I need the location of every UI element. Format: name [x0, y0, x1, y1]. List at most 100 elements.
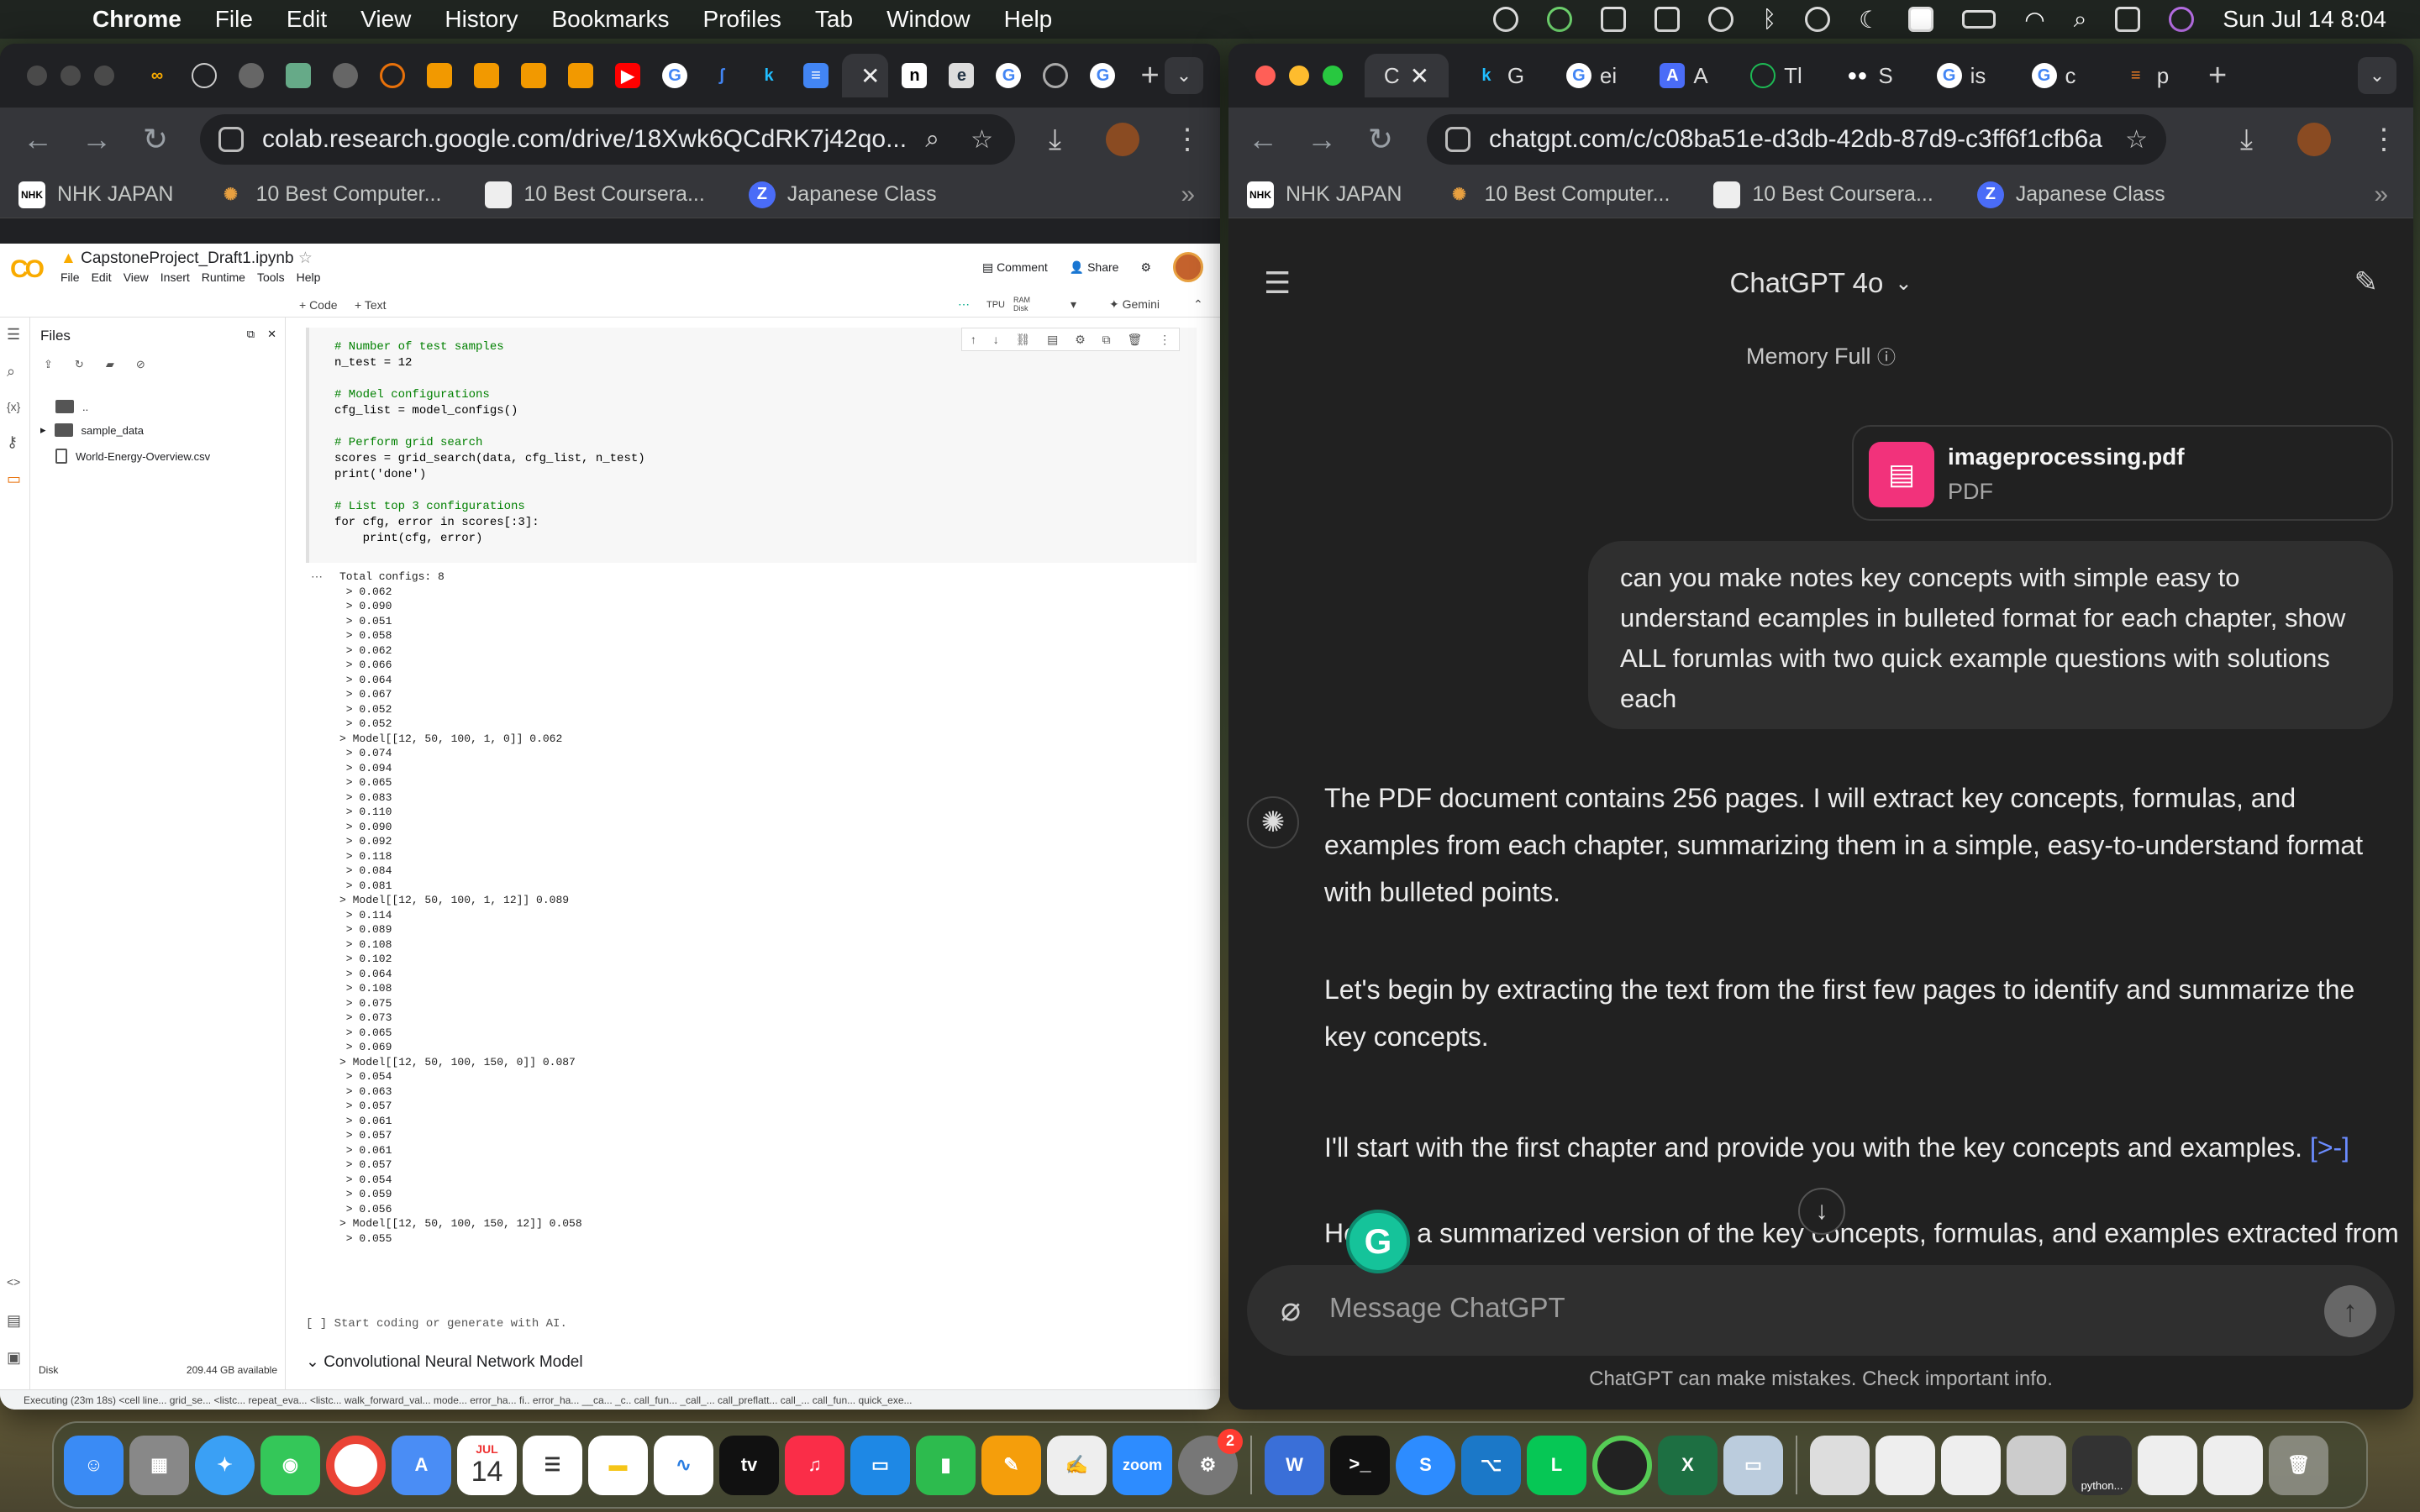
keynote-icon[interactable]: ▭: [850, 1435, 910, 1495]
collapse-section-icon[interactable]: ⌄: [306, 1353, 324, 1371]
chrome-menu-icon[interactable]: ⋮: [2370, 123, 2398, 156]
move-down-icon[interactable]: ↓: [993, 333, 999, 346]
tab-active-colab[interactable]: ✕: [842, 54, 889, 97]
site-info-icon[interactable]: [218, 127, 244, 152]
file-row-sample-data[interactable]: ▸ sample_data: [40, 423, 144, 437]
address-bar[interactable]: colab.research.google.com/drive/18Xwk6QC…: [200, 114, 1015, 165]
code-editor[interactable]: # Number of test samples n_test = 12 # M…: [334, 339, 645, 547]
tab-colab[interactable]: ∞: [136, 54, 178, 97]
menu-profiles[interactable]: Profiles: [703, 6, 781, 33]
resource-meter[interactable]: RAM Disk: [1013, 296, 1030, 312]
user-avatar[interactable]: [1173, 252, 1203, 282]
recent-document-icon[interactable]: [2203, 1435, 2263, 1495]
menu-file[interactable]: File: [215, 6, 253, 33]
command-palette-icon[interactable]: ▤: [7, 1312, 21, 1330]
tab-youtube[interactable]: ▶: [607, 54, 649, 97]
checkmark-tray-icon[interactable]: [1601, 7, 1627, 32]
url-text[interactable]: colab.research.google.com/drive/18Xwk6QC…: [262, 125, 907, 154]
pages-icon[interactable]: ✎: [981, 1435, 1041, 1495]
bookmark-japanese[interactable]: Z Japanese Class: [1976, 181, 2165, 208]
find-icon[interactable]: ⌕: [7, 363, 15, 381]
cell-settings-icon[interactable]: ⚙: [1075, 333, 1086, 347]
apple-tv-icon[interactable]: tv: [719, 1435, 779, 1495]
freeform-icon[interactable]: ∿: [654, 1435, 713, 1495]
more-bookmarks-icon[interactable]: »: [1181, 181, 1195, 209]
reload-button[interactable]: ↻: [1351, 122, 1410, 157]
tab-google-1[interactable]: G: [654, 54, 696, 97]
open-in-tab-icon[interactable]: ⧉: [247, 328, 255, 341]
tab-google-is[interactable]: Gis: [1919, 54, 2003, 97]
bookmark-computer[interactable]: ✺ 10 Best Computer...: [217, 181, 441, 208]
link-icon[interactable]: ⛓: [1016, 333, 1031, 347]
new-chat-icon[interactable]: ✎: [2354, 265, 2379, 299]
message-input[interactable]: Message ChatGPT: [1329, 1292, 1565, 1324]
bookmark-coursera[interactable]: 10 Best Coursera...: [485, 181, 705, 208]
message-composer[interactable]: ⌀ Message ChatGPT ↑: [1247, 1265, 2395, 1356]
input-source-icon[interactable]: [1908, 7, 1934, 32]
comment-button[interactable]: ▤ Comment: [982, 260, 1048, 275]
webex-icon[interactable]: W: [1265, 1435, 1324, 1495]
messages-icon[interactable]: ◉: [260, 1435, 320, 1495]
search-icon[interactable]: ⌕: [2074, 6, 2087, 34]
tab-stack[interactable]: ≡ p: [2104, 54, 2188, 97]
menu-help[interactable]: Help: [1004, 6, 1053, 33]
new-tab-button[interactable]: +: [1140, 58, 1159, 94]
back-button[interactable]: ←: [8, 122, 67, 157]
mount-drive-icon[interactable]: ▰: [106, 358, 114, 371]
close-panel-icon[interactable]: ✕: [267, 328, 276, 341]
moon-icon[interactable]: ☾: [1859, 6, 1880, 34]
close-window-button[interactable]: [1255, 66, 1276, 86]
play-icon[interactable]: [1805, 7, 1831, 32]
url-text[interactable]: chatgpt.com/c/c08ba51e-d3db-42db-87d9-c3…: [1489, 125, 2102, 154]
tab-google-ei[interactable]: Gei: [1549, 54, 1634, 97]
bluetooth-icon[interactable]: ᛒ: [1762, 6, 1776, 33]
code-snippets-icon[interactable]: <>: [7, 1275, 20, 1289]
menu-clock[interactable]: Sun Jul 14 8:04: [2223, 6, 2386, 33]
file-row-csv[interactable]: World-Energy-Overview.csv: [55, 449, 210, 464]
trash-icon[interactable]: 🗑: [2269, 1435, 2328, 1495]
add-code-button[interactable]: + Code: [299, 298, 338, 312]
terminal-icon[interactable]: ▣: [7, 1349, 21, 1367]
tab-docs[interactable]: ≡: [795, 54, 837, 97]
bookmark-computer[interactable]: ✺ 10 Best Computer...: [1445, 181, 1670, 208]
zoom-search-icon[interactable]: ⌕: [925, 125, 939, 154]
tab-search-dropdown[interactable]: ⌄: [2358, 57, 2396, 94]
recent-document-icon[interactable]: [1810, 1435, 1870, 1495]
menu-edit[interactable]: Edit: [287, 6, 327, 33]
skype-icon[interactable]: S: [1396, 1435, 1455, 1495]
output-menu-icon[interactable]: ⋯: [311, 570, 323, 584]
settings-gear-icon[interactable]: ⚙: [1140, 260, 1151, 275]
nb-menu-tools[interactable]: Tools: [257, 270, 285, 284]
forward-button[interactable]: →: [1292, 122, 1351, 157]
model-selector[interactable]: ChatGPT 4o ⌄: [1228, 245, 2413, 321]
move-up-icon[interactable]: ↑: [971, 333, 976, 346]
tab-book-4[interactable]: [560, 54, 602, 97]
paperclip-icon[interactable]: ⌀: [1281, 1290, 1301, 1329]
reminders-icon[interactable]: ☰: [523, 1435, 582, 1495]
comment-cell-icon[interactable]: ▤: [1047, 333, 1058, 347]
zoom-app-icon[interactable]: zoom: [1113, 1435, 1172, 1495]
model-name[interactable]: ChatGPT 4o: [1730, 267, 1884, 299]
bookmark-star-icon[interactable]: ☆: [971, 125, 993, 155]
cell-more-icon[interactable]: ⋮: [1159, 333, 1171, 347]
expand-arrow-icon[interactable]: ▸: [40, 423, 46, 437]
notebook-title[interactable]: ▲ CapstoneProject_Draft1.ipynb ☆: [60, 249, 313, 268]
toc-icon[interactable]: ☰: [7, 326, 20, 344]
tab-search-dropdown[interactable]: ⌄: [1165, 57, 1203, 94]
upload-file-icon[interactable]: ⇪: [44, 358, 53, 371]
menu-app-name[interactable]: Chrome: [92, 6, 182, 33]
execution-status-bar[interactable]: Executing (23m 18s) <cell line... grid_s…: [0, 1389, 1220, 1410]
close-tab-icon[interactable]: ✕: [860, 62, 880, 90]
new-tab-button[interactable]: +: [2208, 58, 2227, 94]
tab-chrome[interactable]: [1034, 54, 1076, 97]
more-options-icon[interactable]: ⋯: [958, 297, 970, 312]
info-icon[interactable]: ⓘ: [1877, 347, 1896, 368]
activity-ring-icon[interactable]: [1592, 1435, 1652, 1495]
colab-logo-icon[interactable]: CO: [10, 255, 47, 283]
tab-k[interactable]: k: [748, 54, 790, 97]
safari-icon[interactable]: ✦: [195, 1435, 255, 1495]
downloads-icon[interactable]: ⤓: [1049, 123, 1061, 156]
minimize-window-button[interactable]: [60, 66, 81, 86]
secrets-key-icon[interactable]: ⚷: [7, 433, 18, 451]
grammarly-tray-icon[interactable]: [1493, 7, 1519, 32]
